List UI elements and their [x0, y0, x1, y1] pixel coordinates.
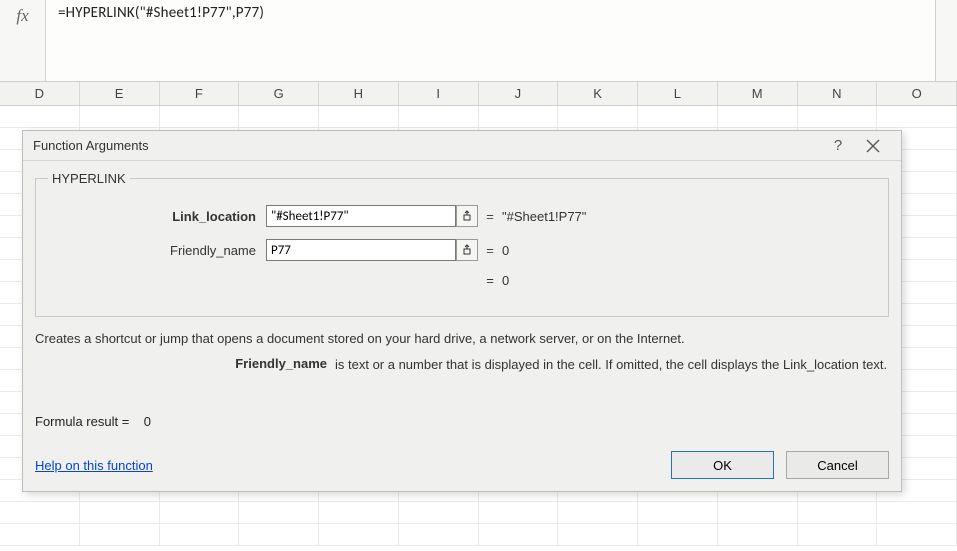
column-header[interactable]: O	[877, 82, 957, 105]
column-headers: D E F G H I J K L M N O	[0, 82, 957, 106]
param-name: Friendly_name	[35, 356, 335, 374]
arg-label: Friendly_name	[48, 243, 266, 258]
column-header[interactable]: E	[80, 82, 160, 105]
formula-bar: fx =HYPERLINK("#Sheet1!P77",P77)	[0, 0, 957, 82]
formula-input-area[interactable]: =HYPERLINK("#Sheet1!P77",P77)	[46, 0, 935, 81]
function-fieldset: HYPERLINK Link_location = "#Sheet1!P77" …	[35, 171, 889, 317]
fx-icon: fx	[16, 6, 28, 26]
column-header[interactable]: L	[638, 82, 718, 105]
arg-label: Link_location	[48, 209, 266, 224]
column-header[interactable]: I	[399, 82, 479, 105]
function-arguments-dialog: Function Arguments ? HYPERLINK Link_loca…	[22, 130, 902, 492]
equals-sign: =	[478, 243, 502, 258]
param-description-text: is text or a number that is displayed in…	[335, 356, 889, 374]
overall-result: 0	[502, 273, 509, 288]
column-header[interactable]: M	[718, 82, 798, 105]
function-description: Creates a shortcut or jump that opens a …	[35, 331, 889, 346]
column-header[interactable]: H	[319, 82, 399, 105]
column-header[interactable]: D	[0, 82, 80, 105]
dialog-footer: Help on this function OK Cancel	[35, 451, 889, 479]
function-name-label: HYPERLINK	[48, 171, 130, 186]
dialog-titlebar[interactable]: Function Arguments ?	[23, 131, 901, 161]
insert-function-button[interactable]: fx	[0, 0, 46, 81]
equals-sign: =	[478, 273, 502, 288]
column-header[interactable]: N	[798, 82, 878, 105]
ok-button[interactable]: OK	[671, 451, 774, 479]
help-icon[interactable]: ?	[823, 137, 853, 154]
friendly-name-input[interactable]	[266, 239, 456, 261]
equals-sign: =	[478, 209, 502, 224]
column-header[interactable]: F	[160, 82, 240, 105]
dialog-body: HYPERLINK Link_location = "#Sheet1!P77" …	[23, 161, 901, 491]
column-header[interactable]: J	[479, 82, 559, 105]
link-location-input[interactable]	[266, 205, 456, 227]
arg-result: 0	[502, 243, 509, 258]
parameter-description: Friendly_name is text or a number that i…	[35, 356, 889, 374]
formula-bar-expander[interactable]	[935, 0, 957, 81]
formula-result-label: Formula result =	[35, 414, 129, 429]
arg-row-link-location: Link_location = "#Sheet1!P77"	[48, 202, 876, 230]
column-header[interactable]: G	[239, 82, 319, 105]
close-icon[interactable]	[853, 139, 893, 153]
dialog-title: Function Arguments	[33, 138, 823, 153]
formula-result: Formula result = 0	[35, 414, 889, 429]
formula-text: =HYPERLINK("#Sheet1!P77",P77)	[52, 4, 929, 22]
formula-result-value: 0	[144, 414, 151, 429]
cancel-button[interactable]: Cancel	[786, 451, 889, 479]
help-link[interactable]: Help on this function	[35, 458, 153, 473]
overall-result-row: = 0	[48, 270, 876, 290]
column-header[interactable]: K	[558, 82, 638, 105]
collapse-dialog-icon[interactable]	[456, 205, 478, 227]
arg-row-friendly-name: Friendly_name = 0	[48, 236, 876, 264]
collapse-dialog-icon[interactable]	[456, 239, 478, 261]
arg-result: "#Sheet1!P77"	[502, 209, 586, 224]
